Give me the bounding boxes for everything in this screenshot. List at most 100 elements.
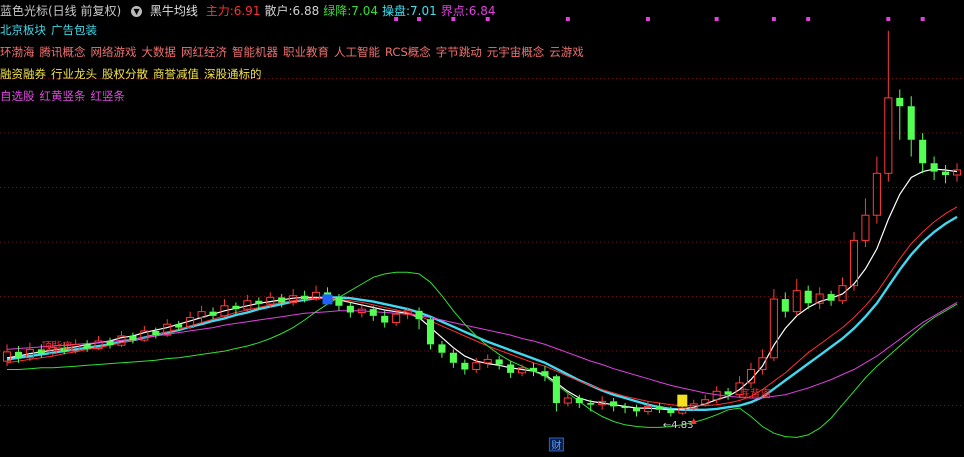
concept-tag[interactable]: 网红经济 xyxy=(181,45,227,59)
candle-body xyxy=(255,300,263,305)
candle-body xyxy=(381,315,389,323)
concept-tag[interactable]: 元宇宙概念 xyxy=(487,45,545,59)
candle-body xyxy=(655,406,663,410)
candle-body xyxy=(575,398,583,404)
candle-body xyxy=(461,362,469,370)
candle-body xyxy=(232,305,240,310)
readout-label: 界点: xyxy=(440,4,469,18)
candle-body xyxy=(129,335,137,341)
chevron-down-icon[interactable]: ▼ xyxy=(131,6,143,17)
candle-body xyxy=(14,351,22,358)
candle-body xyxy=(667,409,675,414)
concept-tag[interactable]: 股权分散 xyxy=(102,67,148,81)
readout-label: 主力: xyxy=(205,4,234,18)
readout-label: 绿降: xyxy=(323,4,352,18)
divergence-label-right: 底背离 xyxy=(740,387,772,400)
indicator-line xyxy=(7,271,958,438)
candle-body xyxy=(724,391,732,395)
concept-tag[interactable]: 行业龙头 xyxy=(51,67,97,81)
concept-tag[interactable]: 大数据 xyxy=(142,45,177,59)
concept-tag[interactable]: RCS概念 xyxy=(385,45,431,59)
concept-tag[interactable]: 职业教育 xyxy=(283,45,329,59)
concept-tag[interactable]: 云游戏 xyxy=(549,45,584,59)
readout-value: 7.01 xyxy=(410,4,437,18)
candle-body xyxy=(563,397,572,404)
signal-marker xyxy=(920,17,925,21)
candle-body xyxy=(426,319,435,345)
candle-body xyxy=(884,97,893,174)
candle-body xyxy=(552,376,560,404)
concept-tag[interactable]: 人工智能 xyxy=(334,45,380,59)
readout-label: 散户: xyxy=(264,4,293,18)
candle-body xyxy=(152,330,160,336)
candle-body xyxy=(781,299,789,312)
candle-body xyxy=(827,294,835,301)
indicator-line xyxy=(6,215,958,411)
concept-line-4: 自选股 红黄竖条 红竖条 xyxy=(0,88,130,104)
signal-marker xyxy=(806,17,811,21)
readout-value: 6.84 xyxy=(468,4,496,18)
candle-body xyxy=(369,309,377,316)
candle-body xyxy=(930,163,938,172)
candle-body xyxy=(346,305,354,313)
concept-tag[interactable]: 网络游戏 xyxy=(91,45,137,59)
candle-body xyxy=(301,295,309,300)
candle-body xyxy=(415,310,423,320)
candle-body xyxy=(449,352,457,363)
concept-tag[interactable]: 红竖条 xyxy=(91,89,126,103)
indicator-name[interactable]: 黑牛均线 xyxy=(150,4,198,18)
candle-body xyxy=(632,408,641,412)
candle-body xyxy=(495,359,503,365)
concept-line-1: 北京板块 广告包装 xyxy=(0,22,102,38)
signal-marker xyxy=(886,17,891,21)
signal-marker xyxy=(714,17,719,21)
kline-chart-window: 顶背离底背离 ←4.83 财 蓝色光标(日线 前复权) ▼ 黑牛均线 主力:6.91… xyxy=(0,0,964,457)
candle-body xyxy=(209,311,217,316)
candle-body xyxy=(758,357,767,371)
candle-body xyxy=(106,341,114,346)
signal-marker xyxy=(565,17,570,21)
concept-tag[interactable]: 智能机器 xyxy=(232,45,278,59)
candle-body xyxy=(587,403,595,405)
concept-tag[interactable]: 深股通标的 xyxy=(204,67,262,81)
candle-body xyxy=(919,139,927,164)
candle-body xyxy=(335,297,343,306)
candle-body xyxy=(621,406,629,409)
concept-tag[interactable]: 字节跳动 xyxy=(436,45,482,59)
signal-marker xyxy=(645,17,650,21)
concept-tag[interactable]: 广告包装 xyxy=(51,23,97,37)
candle-body xyxy=(907,106,915,140)
divergence-label-left: 顶背离 xyxy=(41,339,73,352)
concept-tag[interactable]: 环渤海 xyxy=(0,45,35,59)
readout-label: 操盘: xyxy=(381,4,411,18)
candle-body xyxy=(942,171,950,175)
yellow-signal-marker xyxy=(677,394,688,407)
stock-title[interactable]: 蓝色光标(日线 前复权) xyxy=(0,4,121,18)
candle-body xyxy=(849,239,859,287)
indicator-line xyxy=(6,301,958,399)
candle-body xyxy=(872,172,881,216)
concept-tag[interactable]: 自选股 xyxy=(0,89,35,103)
concept-tag[interactable]: 北京板块 xyxy=(0,23,46,37)
concept-tag[interactable]: 红黄竖条 xyxy=(40,89,86,103)
readout-value: 7.04 xyxy=(351,4,378,18)
blue-signal-marker xyxy=(322,294,333,305)
signal-marker xyxy=(771,17,776,21)
finance-marker-label: 财 xyxy=(551,439,561,452)
low-price-label: ←4.83 xyxy=(663,420,694,431)
candle-body xyxy=(861,214,870,241)
concept-line-3: 融资融券 行业龙头 股权分散 商誉减值 深股通标的 xyxy=(0,66,267,82)
indicator-readouts: 主力:6.91 散户:6.88 绿降:7.04 操盘:7.01 界点:6.84 xyxy=(206,4,500,18)
readout-value: 6.88 xyxy=(292,4,320,18)
concept-tag[interactable]: 融资融券 xyxy=(0,67,46,81)
indicator-line xyxy=(6,206,958,407)
readout-value: 6.91 xyxy=(233,4,261,18)
candle-body xyxy=(610,401,618,407)
concept-tag[interactable]: 商誉减值 xyxy=(153,67,199,81)
concept-tag[interactable]: 腾讯概念 xyxy=(40,45,86,59)
candle-body xyxy=(541,371,549,377)
candle-body xyxy=(278,297,286,303)
chart-header: 蓝色光标(日线 前复权) ▼ 黑牛均线 主力:6.91 散户:6.88 绿降:7.0… xyxy=(0,2,504,20)
candle-body xyxy=(507,364,515,373)
candle-body xyxy=(175,324,183,328)
